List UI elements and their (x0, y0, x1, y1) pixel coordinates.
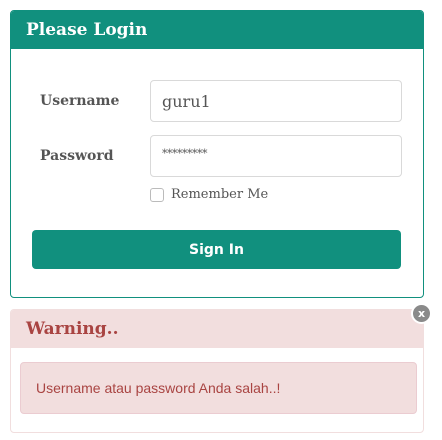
warning-title: Warning.. (11, 310, 423, 348)
login-title: Please Login (11, 11, 423, 49)
remember-me-label[interactable]: Remember Me (171, 187, 268, 202)
sign-in-button[interactable]: Sign In (32, 230, 401, 269)
login-panel: Please Login Username guru1 Password ***… (10, 10, 424, 298)
close-icon[interactable]: x (411, 303, 432, 324)
password-input[interactable]: ********* (150, 135, 402, 177)
remember-me-row[interactable]: Remember Me (150, 187, 268, 202)
warning-panel: Warning.. Username atau password Anda sa… (10, 309, 424, 433)
warning-message: Username atau password Anda salah..! (20, 362, 417, 414)
remember-me-checkbox[interactable] (150, 187, 164, 202)
username-label: Username (40, 93, 120, 109)
username-input[interactable]: guru1 (150, 80, 402, 122)
password-label: Password (40, 148, 114, 164)
